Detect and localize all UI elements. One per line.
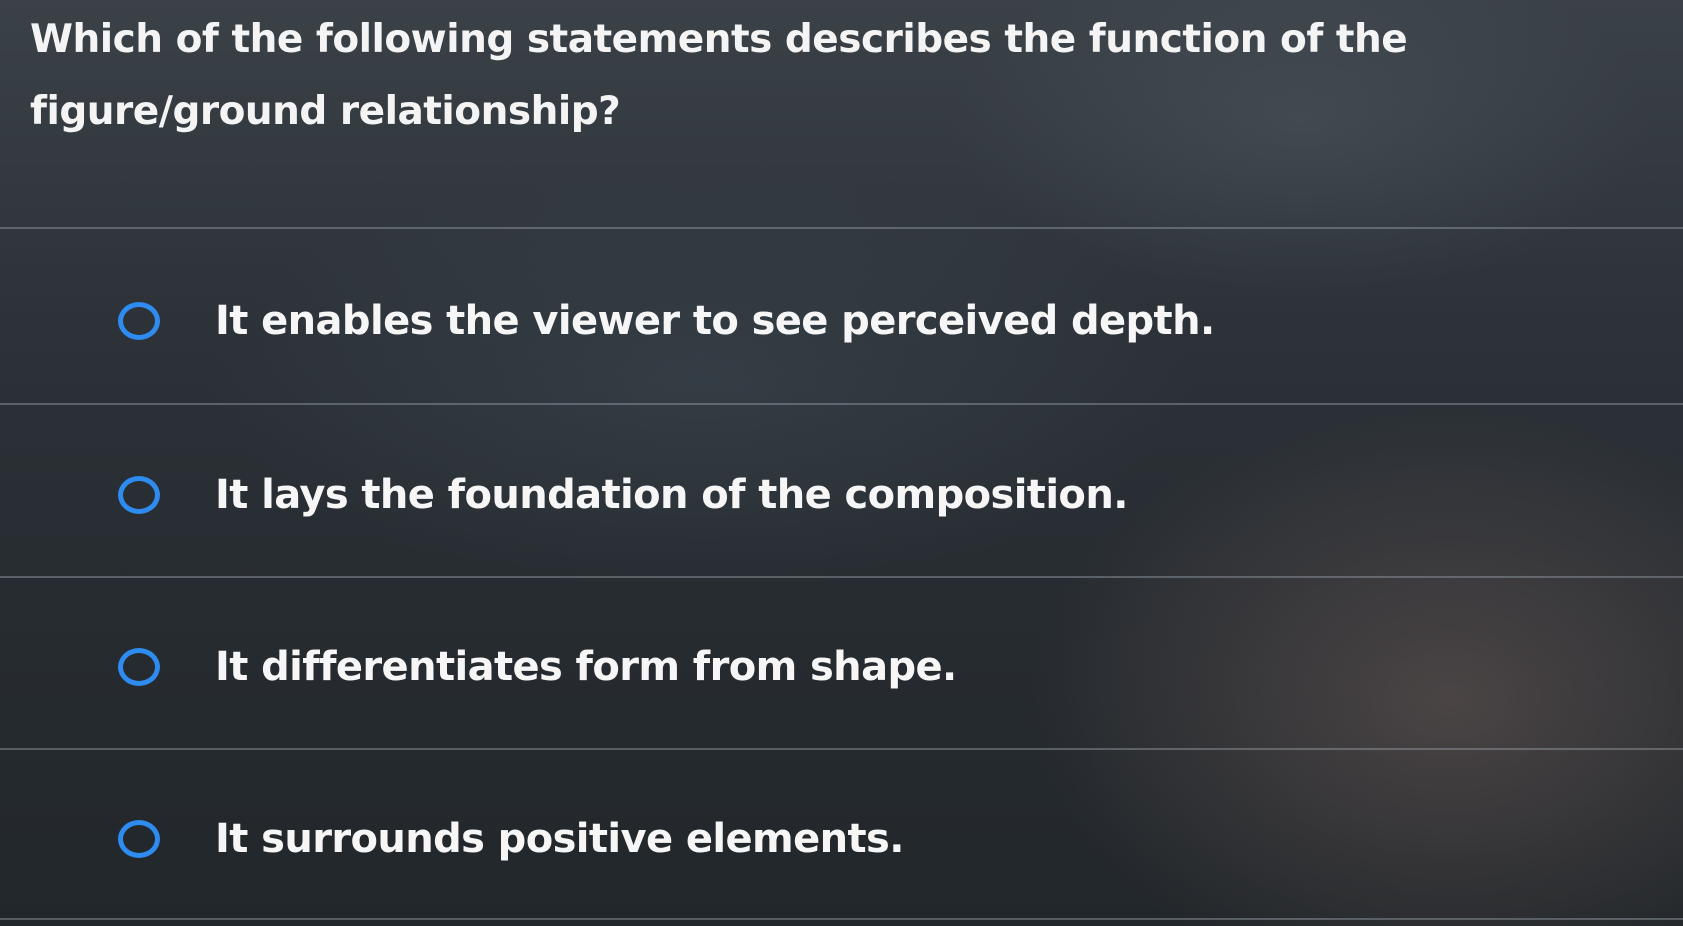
answer-option-2[interactable]: It lays the foundation of the compositio… <box>0 410 1683 580</box>
radio-button-icon[interactable] <box>118 648 160 686</box>
question-text: Which of the following statements descri… <box>30 17 1408 134</box>
answer-option-label: It enables the viewer to see perceived d… <box>215 298 1215 344</box>
answer-option-label: It lays the foundation of the compositio… <box>215 472 1128 518</box>
answer-option-label: It differentiates form from shape. <box>215 644 957 690</box>
quiz-screen: Which of the following statements descri… <box>0 0 1683 926</box>
divider <box>0 576 1683 578</box>
divider <box>0 403 1683 405</box>
answer-option-1[interactable]: It enables the viewer to see perceived d… <box>0 236 1683 406</box>
divider <box>0 227 1683 229</box>
radio-button-icon[interactable] <box>118 302 160 340</box>
radio-button-icon[interactable] <box>118 820 160 858</box>
answer-option-label: It surrounds positive elements. <box>215 816 904 862</box>
answer-option-4[interactable]: It surrounds positive elements. <box>0 754 1683 924</box>
answer-option-3[interactable]: It differentiates form from shape. <box>0 582 1683 752</box>
divider <box>0 918 1683 920</box>
radio-button-icon[interactable] <box>118 476 160 514</box>
divider <box>0 748 1683 750</box>
